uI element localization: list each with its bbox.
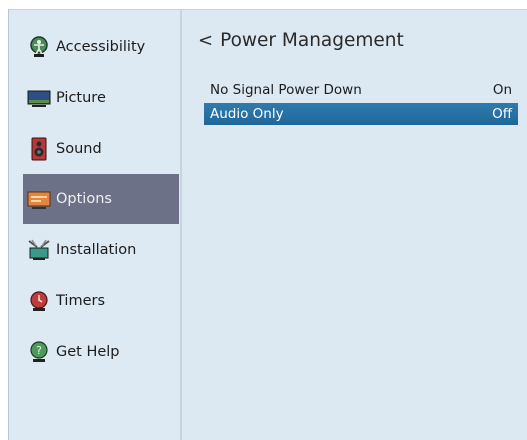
sidebar-item-label: Accessibility [56, 39, 146, 55]
sidebar-item-label: Options [56, 191, 112, 207]
sidebar-item-get-help[interactable]: ? Get Help [23, 327, 179, 377]
get-help-icon: ? [30, 341, 48, 362]
installation-icon [28, 239, 50, 260]
setting-row-audio-only[interactable]: Audio Only Off [204, 103, 518, 125]
sidebar-item-label: Installation [56, 242, 137, 258]
setting-row-no-signal-power-down[interactable]: No Signal Power Down On [204, 79, 518, 101]
sidebar-item-label: Get Help [56, 344, 120, 360]
setting-value: On [492, 82, 512, 98]
sidebar-item-sound[interactable]: Sound [23, 124, 179, 174]
sidebar: Accessibility Picture Sound Options Inst… [9, 10, 179, 440]
chevron-left-icon[interactable]: < [198, 30, 213, 51]
tv-menu-window: Accessibility Picture Sound Options Inst… [8, 9, 527, 440]
sidebar-item-timers[interactable]: Timers [23, 276, 179, 326]
sound-icon [31, 137, 47, 161]
setting-label: No Signal Power Down [210, 82, 362, 98]
setting-label: Audio Only [210, 106, 284, 122]
sidebar-item-picture[interactable]: Picture [23, 73, 179, 123]
sidebar-item-options[interactable]: Options [23, 174, 179, 224]
sidebar-item-label: Sound [56, 141, 102, 157]
sidebar-item-label: Timers [56, 293, 106, 309]
timers-icon [30, 291, 48, 311]
page-title: < Power Management [198, 30, 404, 51]
sidebar-item-accessibility[interactable]: Accessibility [23, 22, 179, 72]
page-title-text: Power Management [220, 30, 404, 51]
main-panel: < Power Management No Signal Power Down … [182, 10, 527, 440]
svg-text:?: ? [36, 344, 42, 357]
setting-value: Off [492, 106, 512, 122]
sidebar-item-label: Picture [56, 90, 106, 106]
picture-icon [27, 90, 51, 107]
options-icon [27, 191, 51, 209]
sidebar-item-installation[interactable]: Installation [23, 225, 179, 275]
accessibility-icon [30, 36, 48, 57]
